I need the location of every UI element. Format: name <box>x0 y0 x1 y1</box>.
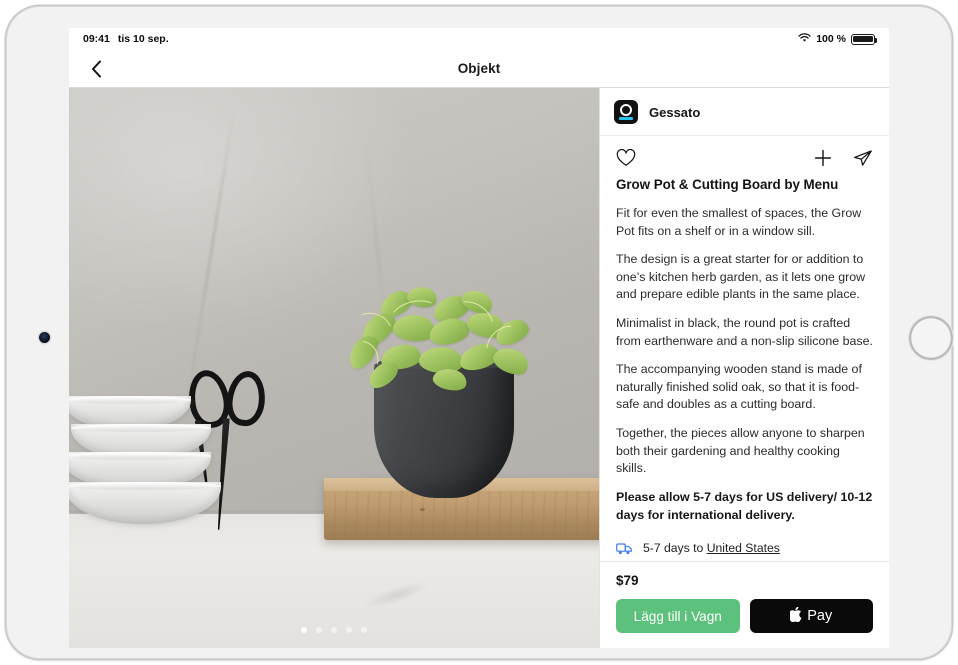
brand-header[interactable]: Gessato <box>600 88 889 136</box>
product-price: $79 <box>616 573 639 588</box>
truck-icon <box>616 543 632 554</box>
carousel-dot[interactable] <box>316 627 322 633</box>
purchase-section: $79 Lägg till i Vagn Pay <box>600 561 889 648</box>
product-description-scroll[interactable]: Grow Pot & Cutting Board by Menu Fit for… <box>600 177 889 561</box>
gessato-logo-icon <box>614 100 638 124</box>
shipping-info-rows: 5-7 days to United States Return Policy <box>616 541 873 561</box>
ipad-device-frame: 09:41 tis 10 sep. 100 % Objekt Gessato G… <box>6 6 953 659</box>
product-paragraph: The accompanying wooden stand is made of… <box>616 362 862 412</box>
battery-icon <box>851 33 878 45</box>
status-time: 09:41 <box>83 33 110 45</box>
plant-object <box>327 284 555 395</box>
product-paragraph: Fit for even the smallest of spaces, the… <box>616 206 862 238</box>
navigation-bar: Objekt <box>69 50 889 88</box>
status-date: tis 10 sep. <box>117 33 169 45</box>
product-title: Grow Pot & Cutting Board by Menu <box>616 177 839 192</box>
wifi-icon <box>798 32 811 46</box>
plus-icon <box>814 149 832 167</box>
product-detail-panel: Gessato Grow Pot & Cutting Board by Menu… <box>599 88 889 648</box>
delivery-note: Please allow 5-7 days for US delivery/ 1… <box>616 489 873 522</box>
shipping-prefix: 5-7 days to <box>643 541 707 556</box>
product-content: Gessato Grow Pot & Cutting Board by Menu… <box>69 88 889 648</box>
shipping-estimate-text: 5-7 days to United States <box>643 541 780 555</box>
apple-logo-icon <box>788 606 803 625</box>
apple-pay-label: Pay <box>807 608 833 624</box>
carousel-dot[interactable] <box>331 627 337 633</box>
image-carousel-dots[interactable] <box>69 627 599 633</box>
shipping-destination-link[interactable]: United States <box>707 541 780 555</box>
product-image[interactable] <box>69 88 599 648</box>
product-paragraph: Minimalist in black, the round pot is cr… <box>616 316 873 348</box>
brand-name: Gessato <box>649 104 701 120</box>
carousel-dot[interactable] <box>346 627 352 633</box>
front-camera-icon <box>39 332 50 343</box>
carousel-dot[interactable] <box>361 627 367 633</box>
shipping-estimate-row[interactable]: 5-7 days to United States <box>616 541 873 555</box>
purchase-buttons: Lägg till i Vagn Pay <box>616 599 873 633</box>
status-bar-right: 100 % <box>798 32 878 46</box>
chevron-left-icon <box>91 60 101 77</box>
home-button[interactable] <box>909 316 953 360</box>
page-title: Objekt <box>457 61 501 76</box>
product-paragraph: The design is a great starter for or add… <box>616 252 866 302</box>
add-to-cart-button[interactable]: Lägg till i Vagn <box>616 599 740 633</box>
apple-pay-button[interactable]: Pay <box>749 599 873 633</box>
battery-percent-label: 100 % <box>816 33 846 45</box>
heart-icon <box>616 149 636 166</box>
send-icon <box>853 150 872 166</box>
status-bar: 09:41 tis 10 sep. 100 % <box>69 28 889 50</box>
product-actions <box>600 136 889 177</box>
carousel-dot[interactable] <box>301 627 307 633</box>
favorite-button[interactable] <box>616 149 636 167</box>
share-button[interactable] <box>853 149 873 167</box>
device-screen: 09:41 tis 10 sep. 100 % Objekt Gessato G… <box>69 28 889 648</box>
product-paragraph: Together, the pieces allow anyone to sha… <box>616 426 865 476</box>
product-actions-right <box>814 149 873 167</box>
status-bar-left: 09:41 tis 10 sep. <box>83 33 169 45</box>
back-button[interactable] <box>79 52 113 86</box>
add-button[interactable] <box>814 149 832 167</box>
